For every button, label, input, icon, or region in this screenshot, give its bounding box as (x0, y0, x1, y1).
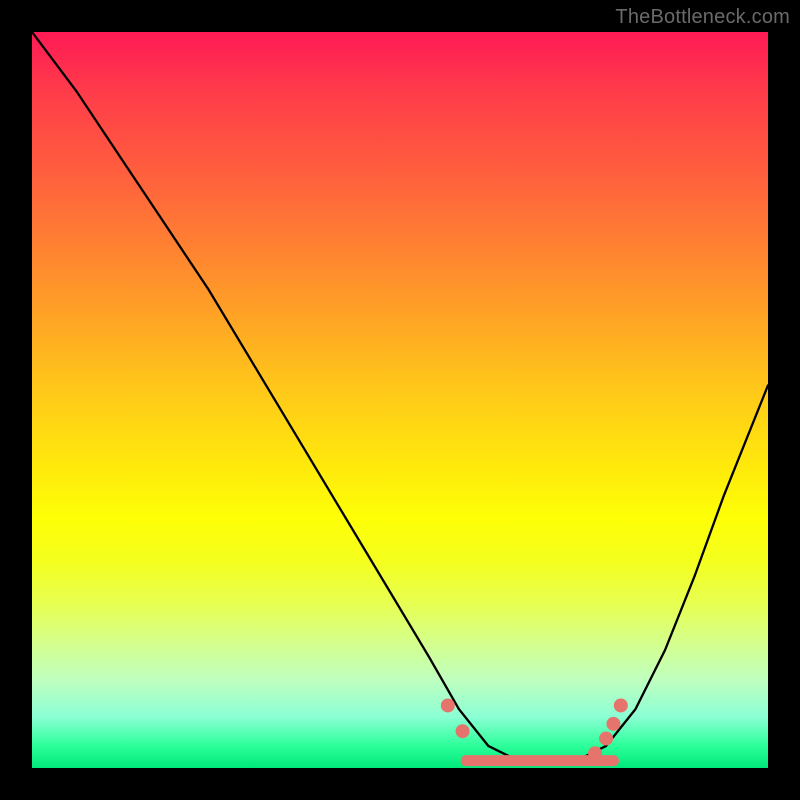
chart-svg (32, 32, 768, 768)
valley-marker (441, 698, 455, 712)
valley-marker (588, 746, 602, 760)
watermark-text: TheBottleneck.com (615, 6, 790, 29)
valley-marker (599, 732, 613, 746)
chart-plot-area (32, 32, 768, 768)
valley-marker (456, 724, 470, 738)
valley-markers (441, 698, 628, 760)
bottleneck-curve (32, 32, 768, 761)
valley-marker (614, 698, 628, 712)
valley-marker (606, 717, 620, 731)
